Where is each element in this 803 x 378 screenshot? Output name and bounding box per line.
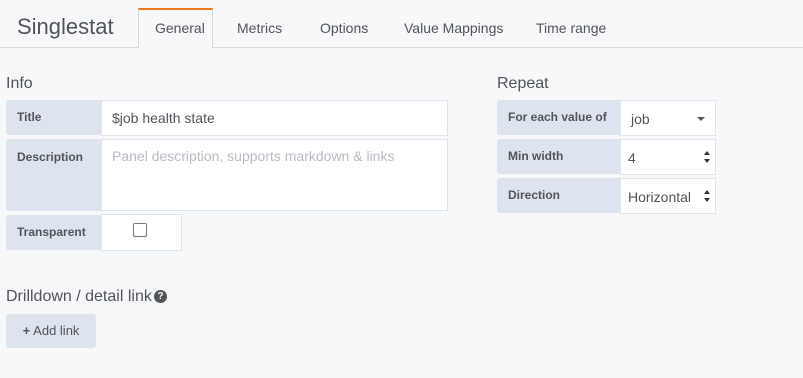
tab-bar: Singlestat General Metrics Options Value…	[0, 0, 803, 49]
updown-arrows-icon	[704, 190, 712, 202]
info-heading: Info	[6, 75, 33, 92]
min-width-label: Min width	[497, 139, 621, 174]
description-label: Description	[6, 139, 102, 211]
for-each-value: job	[631, 111, 650, 127]
title-input[interactable]	[101, 100, 448, 136]
tab-general[interactable]: General	[138, 8, 213, 49]
plus-icon: +	[22, 323, 31, 338]
question-circle-icon[interactable]: ?	[154, 290, 167, 303]
panel-type-title: Singlestat	[17, 14, 114, 39]
direction-label: Direction	[497, 178, 621, 213]
for-each-label: For each value of	[497, 100, 621, 135]
transparent-label: Transparent	[6, 215, 102, 250]
title-label: Title	[6, 100, 102, 135]
add-link-label: Add link	[33, 323, 80, 338]
direction-value: Horizontal	[628, 189, 692, 205]
updown-arrows-icon	[704, 151, 712, 163]
drilldown-heading: Drilldown / detail link	[6, 288, 152, 305]
add-link-button[interactable]: + Add link	[6, 314, 96, 347]
tab-metrics[interactable]: Metrics	[221, 8, 298, 48]
min-width-value: 4	[628, 150, 636, 166]
description-textarea[interactable]	[101, 139, 448, 211]
transparent-checkbox[interactable]	[133, 223, 147, 237]
tab-time-range[interactable]: Time range	[520, 8, 622, 48]
tab-options[interactable]: Options	[304, 8, 384, 48]
chevron-down-icon	[697, 117, 705, 121]
repeat-heading: Repeat	[497, 75, 549, 92]
tab-value-mappings[interactable]: Value Mappings	[388, 8, 519, 48]
